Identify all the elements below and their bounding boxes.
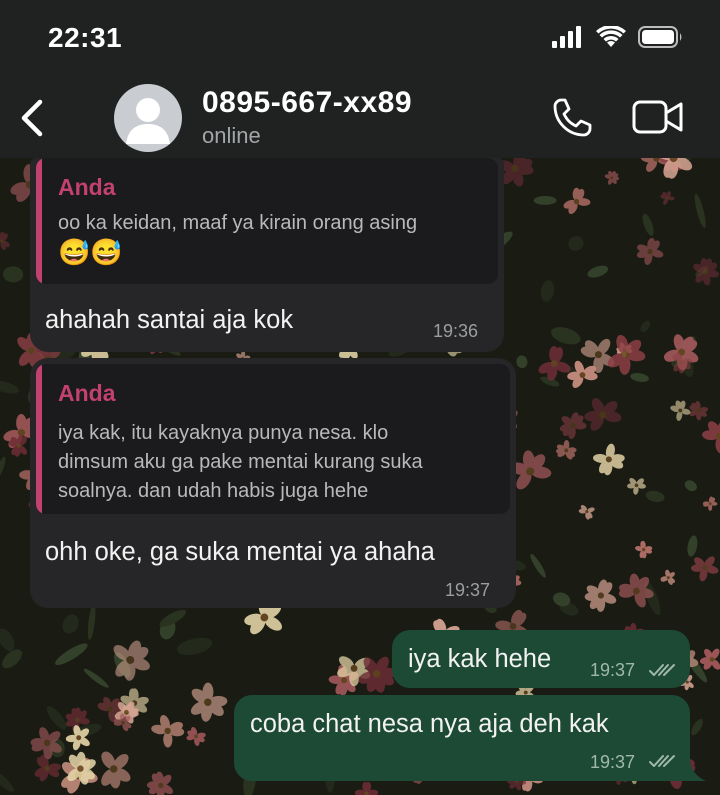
flower bbox=[636, 237, 664, 265]
contact-status: online bbox=[202, 123, 261, 148]
status-time: 22:31 bbox=[48, 22, 123, 53]
quote-text-line: soalnya. dan udah habis juga hehe bbox=[58, 480, 369, 502]
flower bbox=[670, 400, 691, 421]
flower bbox=[699, 648, 720, 670]
leaf bbox=[177, 637, 213, 656]
leaf bbox=[645, 490, 665, 503]
quoted-message[interactable]: Anda oo ka keidan, maaf ya kirain orang … bbox=[36, 158, 498, 284]
leaf bbox=[516, 355, 528, 369]
chat-header: 22:31 0895-667-xx89 online bbox=[0, 0, 720, 158]
back-icon[interactable] bbox=[14, 96, 54, 140]
quote-emoji: 😅😅 bbox=[58, 237, 123, 267]
flower bbox=[702, 496, 718, 511]
flower bbox=[186, 727, 206, 746]
video-call-icon[interactable] bbox=[632, 98, 684, 136]
flower bbox=[627, 477, 646, 495]
quote-text-line: iya kak, itu kayaknya punya nesa. klo bbox=[58, 422, 389, 444]
bubble-tail bbox=[684, 761, 706, 781]
contact-name[interactable]: 0895-667-xx89 bbox=[202, 86, 412, 120]
signal-icon bbox=[552, 26, 581, 48]
leaf bbox=[568, 236, 584, 251]
flower bbox=[584, 398, 622, 431]
status-icons bbox=[552, 26, 684, 48]
flower bbox=[578, 505, 595, 520]
leaf bbox=[587, 265, 609, 278]
leaf bbox=[684, 480, 697, 492]
quote-author: Anda bbox=[58, 174, 116, 200]
flower bbox=[0, 231, 10, 250]
leaf bbox=[694, 193, 706, 228]
leaf bbox=[0, 456, 6, 480]
leaf bbox=[640, 320, 651, 333]
quote-accent-bar bbox=[36, 364, 42, 514]
flower bbox=[354, 781, 379, 795]
avatar[interactable] bbox=[114, 84, 182, 152]
flower bbox=[190, 682, 228, 722]
flower bbox=[691, 556, 719, 582]
flower bbox=[101, 751, 131, 789]
leaf bbox=[83, 668, 109, 688]
quoted-message[interactable]: Anda iya kak, itu kayaknya punya nesa. k… bbox=[36, 364, 510, 514]
flower bbox=[151, 714, 185, 748]
leaf bbox=[533, 196, 557, 205]
leaf bbox=[630, 373, 649, 382]
leaf bbox=[540, 280, 555, 302]
flower bbox=[660, 191, 675, 205]
leaf bbox=[0, 770, 14, 792]
leaf bbox=[551, 327, 581, 345]
flower bbox=[584, 579, 617, 612]
message-bubble-outgoing[interactable]: iya kak hehe 19:37 bbox=[392, 630, 690, 688]
message-text: coba chat nesa nya aja deh kak bbox=[250, 710, 609, 738]
leaf bbox=[2, 266, 24, 283]
wifi-icon bbox=[596, 26, 626, 47]
message-bubble-incoming[interactable]: Anda iya kak, itu kayaknya punya nesa. k… bbox=[30, 358, 516, 608]
leaf bbox=[530, 554, 546, 578]
message-time: 19:37 bbox=[590, 752, 636, 772]
leaf bbox=[691, 719, 703, 736]
flower bbox=[693, 258, 719, 286]
message-text: ohh oke, ga suka mentai ya ahaha bbox=[45, 538, 435, 566]
message-time: 19:37 bbox=[445, 580, 491, 600]
flower bbox=[635, 540, 653, 559]
flower bbox=[538, 346, 571, 381]
flower bbox=[563, 187, 591, 214]
leaf bbox=[687, 535, 698, 557]
flower bbox=[660, 569, 676, 585]
message-time: 19:36 bbox=[433, 321, 479, 341]
double-check-icon bbox=[649, 664, 675, 676]
flower bbox=[701, 419, 720, 454]
flower bbox=[580, 338, 615, 374]
quote-author: Anda bbox=[58, 380, 116, 406]
quote-text: oo ka keidan, maaf ya kirain orang asing bbox=[58, 212, 418, 234]
message-bubble-incoming[interactable]: Anda oo ka keidan, maaf ya kirain orang … bbox=[30, 158, 504, 352]
message-text: ahahah santai aja kok bbox=[45, 306, 294, 334]
flower bbox=[604, 170, 620, 185]
battery-icon bbox=[638, 26, 682, 48]
leaf bbox=[46, 706, 67, 730]
leaf bbox=[62, 614, 79, 634]
phone-icon[interactable] bbox=[550, 96, 594, 140]
flower bbox=[555, 440, 577, 460]
leaf bbox=[0, 628, 15, 651]
leaf bbox=[87, 604, 96, 640]
message-text: iya kak hehe bbox=[408, 645, 552, 673]
flower bbox=[559, 412, 587, 439]
leaf bbox=[55, 643, 88, 666]
flower bbox=[607, 334, 646, 375]
flower bbox=[593, 443, 625, 476]
person-icon bbox=[126, 98, 170, 144]
flower bbox=[689, 400, 709, 421]
message-bubble-outgoing[interactable]: coba chat nesa nya aja deh kak 19:37 bbox=[234, 695, 690, 781]
flower bbox=[146, 771, 173, 795]
double-check-icon bbox=[649, 755, 675, 767]
leaf bbox=[0, 380, 19, 394]
quote-accent-bar bbox=[36, 158, 42, 284]
quote-text-line: dimsum aku ga pake mentai kurang suka bbox=[58, 451, 423, 473]
leaf bbox=[642, 213, 654, 236]
message-time: 19:37 bbox=[590, 660, 636, 680]
